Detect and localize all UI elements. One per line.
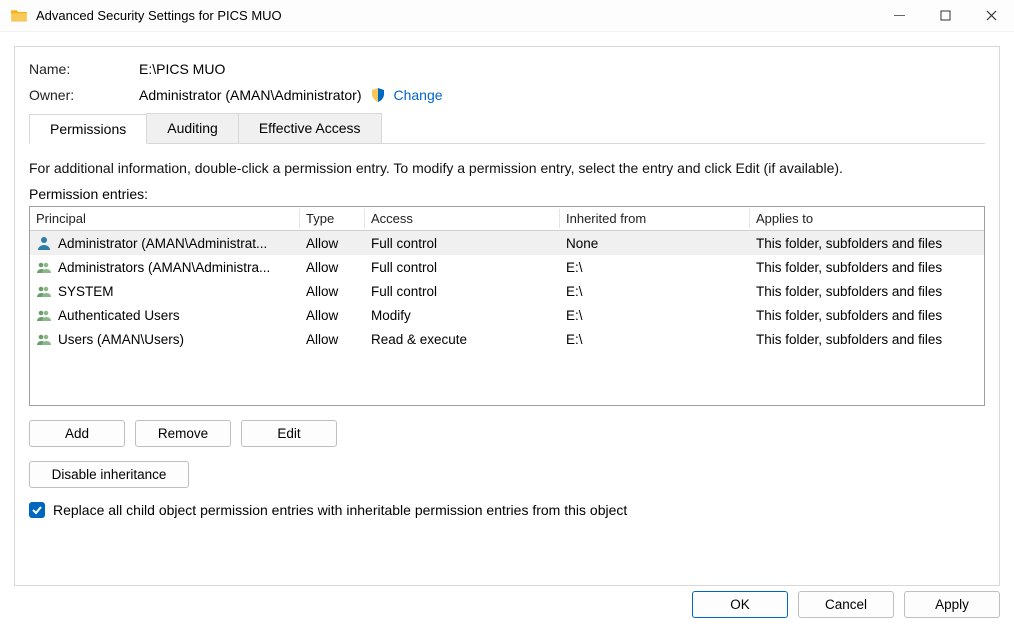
principal-text: Users (AMAN\Users) (58, 332, 184, 347)
principal-text: Authenticated Users (58, 308, 180, 323)
inherited-text: E:\ (560, 330, 750, 349)
col-applies[interactable]: Applies to (750, 209, 984, 228)
group-icon (36, 331, 52, 347)
type-text: Allow (300, 234, 365, 253)
principal-text: Administrators (AMAN\Administra... (58, 260, 270, 275)
folder-icon (10, 7, 28, 25)
owner-row: Owner: Administrator (AMAN\Administrator… (29, 87, 985, 103)
inherited-text: None (560, 234, 750, 253)
tab-effective-access[interactable]: Effective Access (238, 113, 382, 143)
table-row[interactable]: Authenticated Users AllowModifyE:\This fo… (30, 303, 984, 327)
change-owner-link[interactable]: Change (394, 87, 443, 103)
applies-text: This folder, subfolders and files (750, 234, 984, 253)
minimize-button[interactable] (876, 0, 922, 32)
main-panel: Name: E:\PICS MUO Owner: Administrator (… (14, 46, 1000, 586)
window-controls (876, 0, 1014, 32)
tab-permissions[interactable]: Permissions (29, 114, 147, 144)
inherited-text: E:\ (560, 282, 750, 301)
edit-button[interactable]: Edit (241, 420, 337, 447)
name-row: Name: E:\PICS MUO (29, 61, 985, 77)
applies-text: This folder, subfolders and files (750, 330, 984, 349)
applies-text: This folder, subfolders and files (750, 282, 984, 301)
user-icon (36, 235, 52, 251)
col-access[interactable]: Access (365, 209, 560, 228)
replace-checkbox-row: Replace all child object permission entr… (29, 502, 985, 518)
group-icon (36, 283, 52, 299)
replace-checkbox-label: Replace all child object permission entr… (53, 502, 627, 518)
shield-icon (370, 87, 386, 103)
owner-value: Administrator (AMAN\Administrator) (139, 87, 362, 103)
type-text: Allow (300, 330, 365, 349)
close-button[interactable] (968, 0, 1014, 32)
window-title: Advanced Security Settings for PICS MUO (36, 8, 876, 23)
apply-button[interactable]: Apply (904, 591, 1000, 618)
type-text: Allow (300, 282, 365, 301)
applies-text: This folder, subfolders and files (750, 258, 984, 277)
col-inherited[interactable]: Inherited from (560, 209, 750, 228)
owner-label: Owner: (29, 87, 139, 103)
group-icon (36, 259, 52, 275)
inherited-text: E:\ (560, 306, 750, 325)
entry-buttons: Add Remove Edit (29, 420, 985, 447)
name-label: Name: (29, 61, 139, 77)
type-text: Allow (300, 258, 365, 277)
principal-text: SYSTEM (58, 284, 114, 299)
replace-checkbox[interactable] (29, 502, 45, 518)
access-text: Modify (365, 306, 560, 325)
disable-inheritance-button[interactable]: Disable inheritance (29, 461, 189, 488)
access-text: Read & execute (365, 330, 560, 349)
col-type[interactable]: Type (300, 209, 365, 228)
principal-text: Administrator (AMAN\Administrat... (58, 236, 267, 251)
cancel-button[interactable]: Cancel (798, 591, 894, 618)
info-text: For additional information, double-click… (29, 160, 985, 176)
tabs: Permissions Auditing Effective Access (29, 113, 985, 144)
titlebar: Advanced Security Settings for PICS MUO (0, 0, 1014, 32)
table-row[interactable]: SYSTEM AllowFull controlE:\This folder, s… (30, 279, 984, 303)
access-text: Full control (365, 282, 560, 301)
applies-text: This folder, subfolders and files (750, 306, 984, 325)
access-text: Full control (365, 258, 560, 277)
table-row[interactable]: Administrator (AMAN\Administrat... AllowF… (30, 231, 984, 255)
table-body: Administrator (AMAN\Administrat...AllowF… (30, 231, 984, 351)
maximize-button[interactable] (922, 0, 968, 32)
permission-entries-label: Permission entries: (29, 186, 985, 202)
ok-button[interactable]: OK (692, 591, 788, 618)
name-value: E:\PICS MUO (139, 61, 225, 77)
inheritance-buttons: Disable inheritance (29, 461, 985, 488)
inherited-text: E:\ (560, 258, 750, 277)
table-row[interactable]: Users (AMAN\Users) AllowRead & executeE:\… (30, 327, 984, 351)
add-button[interactable]: Add (29, 420, 125, 447)
table-row[interactable]: Administrators (AMAN\Administra... AllowF… (30, 255, 984, 279)
group-icon (36, 307, 52, 323)
access-text: Full control (365, 234, 560, 253)
remove-button[interactable]: Remove (135, 420, 231, 447)
type-text: Allow (300, 306, 365, 325)
tab-auditing[interactable]: Auditing (146, 113, 239, 143)
col-principal[interactable]: Principal (30, 209, 300, 228)
table-header: Principal Type Access Inherited from App… (30, 207, 984, 231)
permission-entries-table: Principal Type Access Inherited from App… (29, 206, 985, 406)
dialog-buttons: OK Cancel Apply (692, 591, 1000, 618)
